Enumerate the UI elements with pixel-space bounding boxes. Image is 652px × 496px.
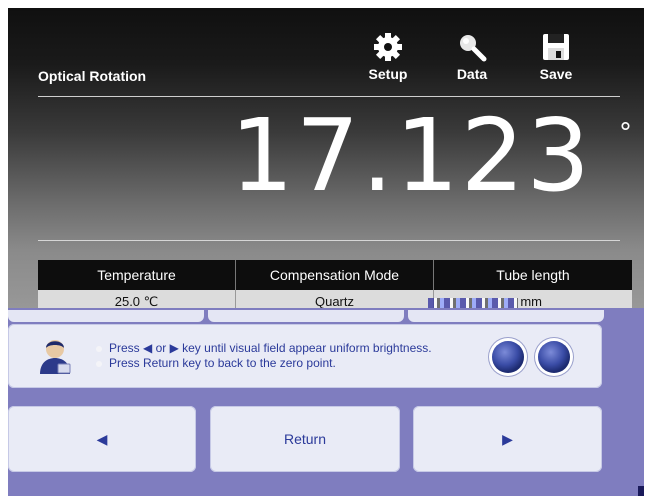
header-temperature: Temperature <box>38 260 236 290</box>
instrument-screen: Optical Rotation Setup Data Save 17.123 … <box>8 8 644 496</box>
indicator-knob-left <box>492 341 524 373</box>
app-title: Optical Rotation <box>38 68 147 84</box>
panel-tabs <box>8 310 608 322</box>
data-button[interactable]: Data <box>442 28 502 82</box>
return-label: Return <box>283 431 327 447</box>
display-header: Optical Rotation Setup Data Save 17.123 … <box>8 8 644 318</box>
data-label: Data <box>456 66 488 82</box>
floppy-disk-icon <box>526 28 586 62</box>
degree-unit: ° <box>619 118 632 148</box>
instruction-line: Press ◀ or ▶ key until visual field appe… <box>96 341 432 356</box>
right-arrow-button[interactable]: ▶ <box>413 406 602 472</box>
bullet-icon <box>96 360 102 367</box>
panel-tab <box>8 310 204 322</box>
header-tube-length: Tube length <box>434 260 632 290</box>
panel-tab <box>408 310 604 322</box>
panel-tab <box>208 310 404 322</box>
parameter-header-row: Temperature Compensation Mode Tube lengt… <box>38 260 634 290</box>
rotation-reading: 17.123 <box>230 97 592 214</box>
save-label: Save <box>539 66 573 82</box>
setup-button[interactable]: Setup <box>358 28 418 82</box>
bullet-icon <box>96 345 102 352</box>
return-button[interactable]: Return <box>210 406 400 472</box>
corner-marker <box>638 486 644 496</box>
indicator-knob-right <box>538 341 570 373</box>
instruction-line-2: Press Return key to back to the zero poi… <box>109 356 336 370</box>
operator-icon <box>36 336 74 376</box>
parameter-table: Temperature Compensation Mode Tube lengt… <box>38 260 634 314</box>
setup-label: Setup <box>368 66 408 82</box>
instruction-box: Press ◀ or ▶ key until visual field appe… <box>8 324 602 388</box>
magnifier-icon <box>442 28 502 62</box>
left-arrow-icon: ◀ <box>96 430 108 447</box>
instruction-line-1: Press ◀ or ▶ key until visual field appe… <box>109 341 432 355</box>
save-button[interactable]: Save <box>526 28 586 82</box>
header-compensation-mode: Compensation Mode <box>236 260 434 290</box>
gear-icon <box>358 28 418 62</box>
reading-divider <box>38 240 620 241</box>
right-arrow-icon: ▶ <box>502 430 513 447</box>
instruction-line: Press Return key to back to the zero poi… <box>96 356 432 371</box>
instruction-text: Press ◀ or ▶ key until visual field appe… <box>96 341 432 371</box>
left-arrow-button[interactable]: ◀ <box>8 406 196 472</box>
